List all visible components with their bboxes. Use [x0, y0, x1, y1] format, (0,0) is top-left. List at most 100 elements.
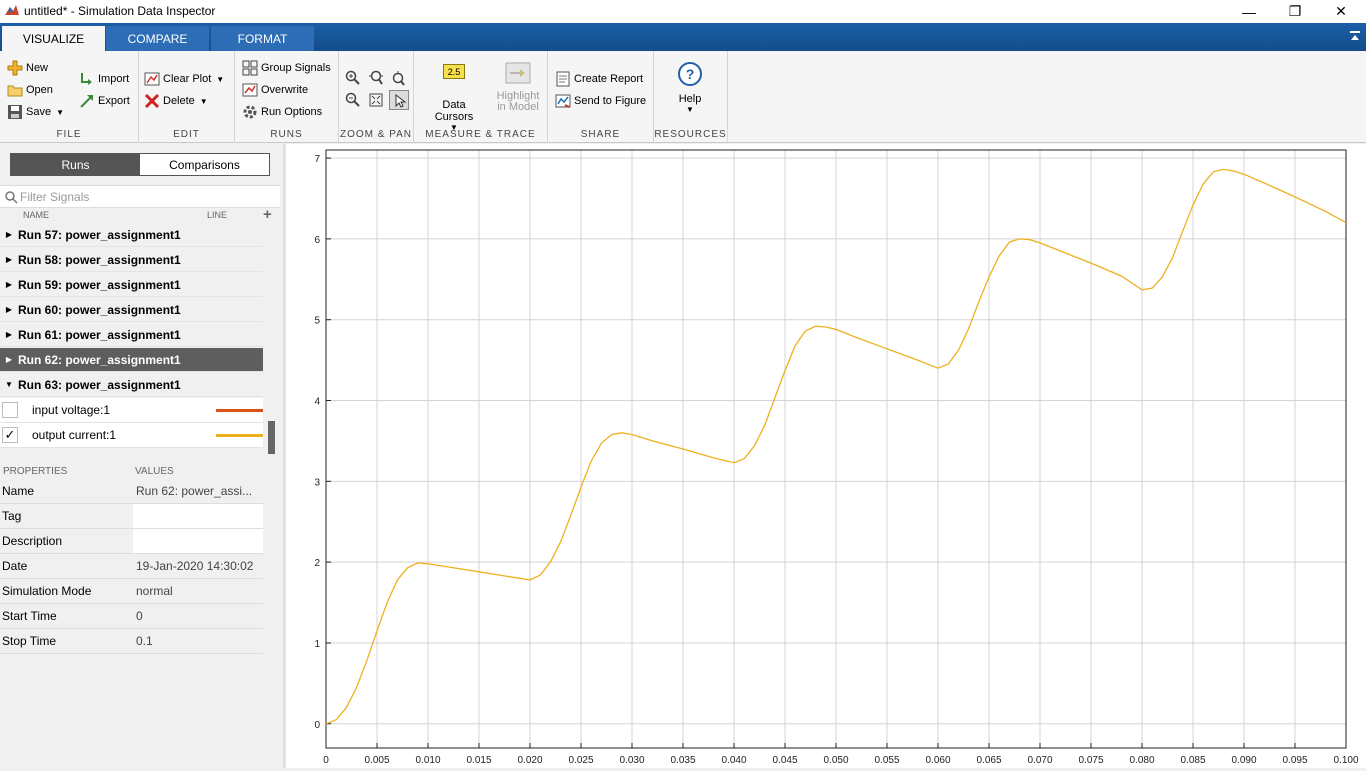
- run-options-label: Run Options: [261, 106, 323, 118]
- signal-row[interactable]: ✓ output current:1: [0, 423, 263, 448]
- signal-line-swatch[interactable]: [216, 433, 263, 437]
- collapsed-arrow-icon[interactable]: ▶: [0, 355, 18, 364]
- signal-line-swatch[interactable]: [216, 408, 263, 412]
- filter-signals-placeholder: Filter Signals: [20, 190, 90, 204]
- clear-plot-icon: [144, 72, 160, 86]
- property-value: 19-Jan-2020 14:30:02: [136, 559, 254, 573]
- gear-icon: [243, 105, 257, 119]
- signal-plot[interactable]: 0 0.005 0.010 0.015 0.020 0.025 0.030 0.035 0.04…: [286, 144, 1366, 768]
- y-tick-label: 5: [314, 316, 320, 327]
- signal-checkbox[interactable]: ✓: [2, 427, 18, 443]
- save-dropdown-arrow-icon[interactable]: ▼: [56, 108, 64, 117]
- group-signals-button[interactable]: Group Signals: [242, 60, 331, 76]
- new-button[interactable]: New: [7, 60, 48, 76]
- property-value[interactable]: [133, 529, 263, 553]
- signal-table-header: NAME LINE +: [0, 206, 280, 223]
- x-tick-label: 0.005: [364, 755, 389, 766]
- x-tick-label: 0.020: [517, 755, 542, 766]
- tab-format[interactable]: FORMAT: [211, 26, 314, 51]
- x-tick-label: 0.050: [823, 755, 848, 766]
- matlab-logo-icon: [5, 5, 19, 15]
- minimize-button[interactable]: —: [1226, 0, 1272, 23]
- property-row: Start Time 0: [0, 604, 263, 629]
- y-tick-label: 3: [314, 477, 320, 488]
- zoom-in-icon[interactable]: [345, 70, 361, 86]
- delete-dropdown-arrow-icon[interactable]: ▼: [200, 97, 208, 106]
- signal-list-scrollbar-thumb[interactable]: [268, 421, 275, 454]
- run-row[interactable]: ▶ Run 61: power_assignment1: [0, 323, 263, 347]
- export-arrow-icon: [80, 95, 93, 108]
- create-report-button[interactable]: Create Report: [555, 71, 643, 87]
- run-row[interactable]: ▶ Run 62: power_assignment1: [0, 348, 263, 372]
- run-row[interactable]: ▶ Run 60: power_assignment1: [0, 298, 263, 322]
- x-tick-label: 0.035: [670, 755, 695, 766]
- cursor-mode-button[interactable]: [389, 90, 409, 110]
- collapsed-arrow-icon[interactable]: ▶: [0, 280, 18, 289]
- run-row[interactable]: ▶ Run 57: power_assignment1: [0, 223, 263, 247]
- overwrite-button[interactable]: Overwrite: [242, 82, 308, 98]
- runs-toggle-button[interactable]: Runs: [11, 154, 140, 175]
- y-tick-label: 7: [314, 154, 320, 165]
- resources-group: ? Help ▼ RESOURCES: [654, 51, 728, 143]
- run-label: Run 60: power_assignment1: [18, 302, 181, 317]
- ribbon-toolstrip: New Open Save ▼ Import Export FILE Clear…: [0, 51, 1366, 143]
- clear-plot-dropdown-arrow-icon[interactable]: ▼: [216, 75, 224, 84]
- run-row[interactable]: ▶ Run 59: power_assignment1: [0, 273, 263, 297]
- help-dropdown-arrow-icon[interactable]: ▼: [686, 105, 694, 114]
- run-options-button[interactable]: Run Options: [242, 104, 322, 120]
- signal-row[interactable]: input voltage:1: [0, 398, 263, 423]
- collapse-ribbon-icon[interactable]: [1350, 31, 1360, 41]
- signal-checkbox[interactable]: [2, 402, 18, 418]
- x-tick-label: 0.015: [466, 755, 491, 766]
- highlight-in-model-button[interactable]: Highlight in Model: [492, 61, 544, 113]
- create-report-label: Create Report: [574, 73, 644, 85]
- open-label: Open: [26, 84, 53, 96]
- export-button[interactable]: Export: [79, 93, 130, 109]
- export-label: Export: [98, 95, 130, 107]
- tab-visualize[interactable]: VISUALIZE: [2, 26, 105, 51]
- run-row[interactable]: ▶ Run 58: power_assignment1: [0, 248, 263, 272]
- fit-to-view-icon[interactable]: [368, 92, 384, 108]
- x-tick-label: 0.055: [874, 755, 899, 766]
- run-row[interactable]: ▼ Run 63: power_assignment1: [0, 373, 263, 397]
- collapsed-arrow-icon[interactable]: ▶: [0, 305, 18, 314]
- collapsed-arrow-icon[interactable]: ▶: [0, 330, 18, 339]
- clear-plot-button[interactable]: Clear Plot ▼: [144, 71, 224, 87]
- property-value: 0.1: [136, 634, 153, 648]
- property-key: Description: [2, 534, 63, 548]
- zoom-y-icon[interactable]: [391, 70, 407, 86]
- collapsed-arrow-icon[interactable]: ▶: [0, 255, 18, 264]
- y-tick-label: 1: [314, 639, 320, 650]
- plot-area: 0 0.005 0.010 0.015 0.020 0.025 0.030 0.035 0.04…: [286, 144, 1366, 768]
- property-row: Simulation Mode normal: [0, 579, 263, 604]
- expanded-arrow-icon[interactable]: ▼: [0, 380, 18, 389]
- overwrite-label: Overwrite: [261, 84, 309, 96]
- restore-button[interactable]: ❐: [1272, 0, 1318, 23]
- filter-signals-input[interactable]: Filter Signals: [0, 185, 280, 208]
- save-button[interactable]: Save ▼: [7, 104, 64, 120]
- help-question-icon: ?: [678, 62, 702, 86]
- help-button[interactable]: ? Help ▼: [662, 61, 718, 114]
- runs-comparisons-toggle: Runs Comparisons: [10, 153, 270, 176]
- property-key: Stop Time: [2, 634, 57, 648]
- import-button[interactable]: Import: [79, 71, 129, 87]
- zoom-x-icon[interactable]: [368, 70, 384, 86]
- red-x-icon: [144, 93, 160, 109]
- zoom-out-icon[interactable]: [345, 92, 361, 108]
- delete-button[interactable]: Delete ▼: [144, 93, 208, 109]
- share-group-label: SHARE: [580, 129, 621, 140]
- close-button[interactable]: ✕: [1318, 0, 1364, 23]
- run-label: Run 61: power_assignment1: [18, 327, 181, 342]
- send-to-figure-button[interactable]: Send to Figure: [555, 93, 646, 109]
- add-column-plus-icon[interactable]: +: [263, 206, 272, 223]
- help-label: Help: [678, 93, 702, 105]
- x-tick-label: 0.080: [1129, 755, 1154, 766]
- open-button[interactable]: Open: [7, 82, 53, 98]
- comparisons-toggle-button[interactable]: Comparisons: [140, 154, 269, 175]
- tab-compare[interactable]: COMPARE: [106, 26, 209, 51]
- collapsed-arrow-icon[interactable]: ▶: [0, 230, 18, 239]
- property-value[interactable]: Run 62: power_assi...: [133, 479, 263, 503]
- data-cursors-button[interactable]: 2.5 Data Cursors ▼: [422, 61, 486, 132]
- property-value[interactable]: [133, 504, 263, 528]
- x-tick-label: 0.085: [1180, 755, 1205, 766]
